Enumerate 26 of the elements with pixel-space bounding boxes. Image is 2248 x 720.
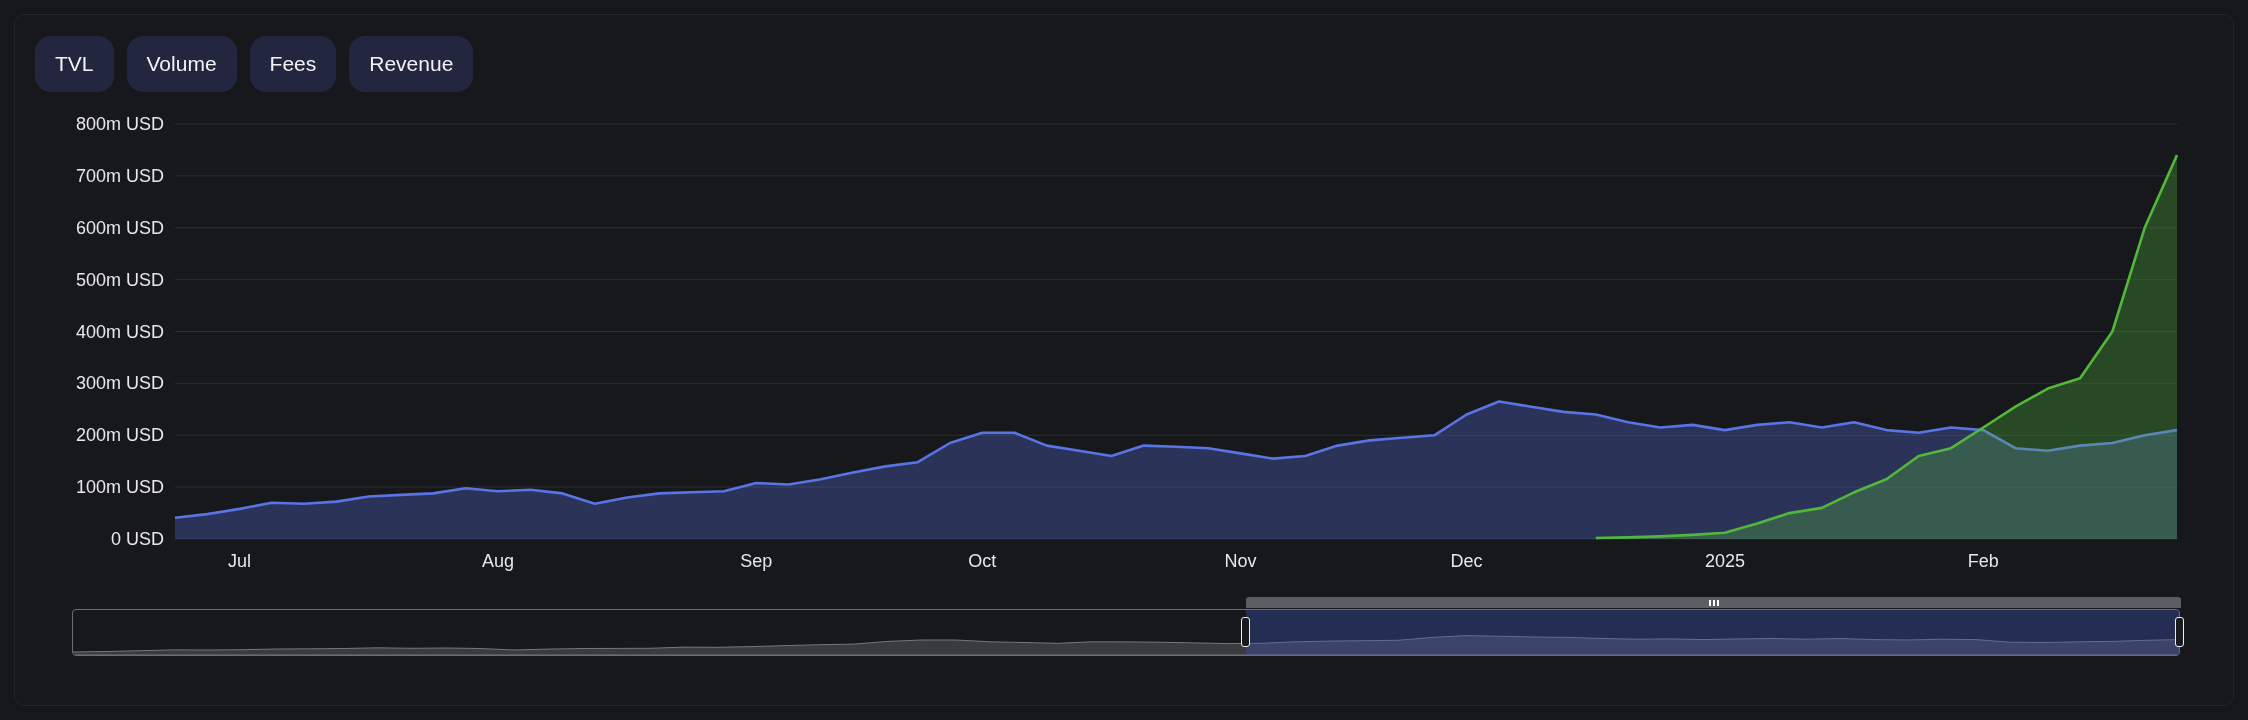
y-axis-label: 500m USD bbox=[75, 269, 164, 290]
x-axis-label: Aug bbox=[481, 551, 514, 571]
tab[interactable]: TVL bbox=[35, 36, 114, 92]
x-axis-label: 2025 bbox=[1704, 551, 1745, 571]
y-axis-label: 100m USD bbox=[75, 477, 164, 498]
y-axis-label: 600m USD bbox=[75, 217, 164, 238]
y-axis-label: 400m USD bbox=[75, 321, 164, 342]
tab[interactable]: Volume bbox=[126, 36, 237, 92]
y-axis-label: 300m USD bbox=[75, 373, 164, 394]
range-handle[interactable] bbox=[2175, 617, 2184, 647]
x-axis-label: Jul bbox=[228, 551, 252, 571]
x-axis-label: Oct bbox=[968, 551, 997, 571]
tab[interactable]: Fees bbox=[249, 36, 337, 92]
navigator-track[interactable] bbox=[72, 609, 2180, 656]
y-axis-label: 700m USD bbox=[75, 165, 164, 186]
y-axis-label: 200m USD bbox=[75, 425, 164, 446]
range-handle[interactable] bbox=[1241, 617, 1251, 647]
x-axis-label: Dec bbox=[1450, 551, 1483, 571]
y-axis-label: 0 USD bbox=[111, 529, 164, 549]
x-axis-label: Sep bbox=[740, 551, 773, 571]
x-axis-label: Nov bbox=[1224, 551, 1257, 571]
tab[interactable]: Revenue bbox=[349, 36, 474, 92]
x-axis-label: Feb bbox=[1967, 551, 1999, 571]
grip-icon bbox=[1708, 599, 1719, 606]
range-scrollbar[interactable] bbox=[1246, 597, 2181, 608]
y-axis-label: 800m USD bbox=[75, 114, 164, 134]
